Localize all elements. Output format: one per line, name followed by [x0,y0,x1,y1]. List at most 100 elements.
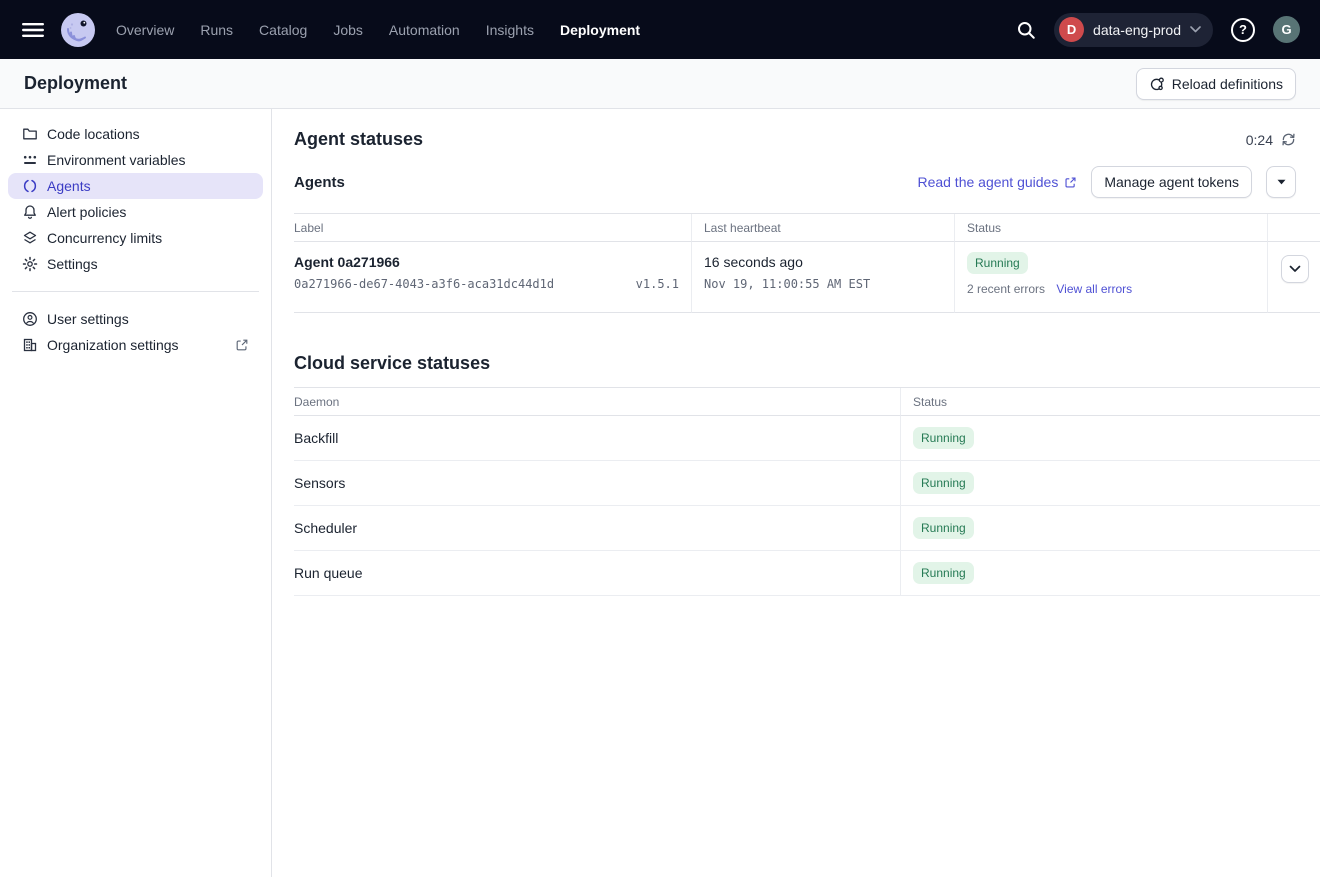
agent-row-status-cell: Running 2 recent errors View all errors [955,242,1268,313]
daemon-row-sensors: Sensors [294,461,901,506]
sidebar-item-label: Organization settings [47,337,179,353]
refresh-button[interactable] [1281,132,1296,147]
cloud-service-statuses-title: Cloud service statuses [294,353,1320,374]
reload-definitions-label: Reload definitions [1172,76,1283,92]
user-icon [22,311,38,327]
main-content: Agent statuses 0:24 Agents Read the agen… [272,109,1320,877]
heartbeat-timestamp: Nov 19, 11:00:55 AM EST [704,277,954,291]
column-header-expand [1268,214,1320,242]
nav-item-jobs[interactable]: Jobs [333,22,363,38]
sidebar-item-agents[interactable]: Agents [8,173,263,199]
column-header-last-heartbeat: Last heartbeat [692,214,955,242]
column-header-status: Status [955,214,1268,242]
search-icon [1016,20,1036,40]
deployment-name: data-eng-prod [1093,22,1181,38]
sidebar-item-label: Code locations [47,126,140,142]
column-header-daemon: Daemon [294,388,901,416]
sidebar-divider [12,291,259,292]
nav-item-catalog[interactable]: Catalog [259,22,307,38]
agent-row-label-cell: Agent 0a271966 0a271966-de67-4043-a3f6-a… [294,242,692,313]
nav-item-deployment[interactable]: Deployment [560,22,640,38]
sidebar-item-label: User settings [47,311,129,327]
nav-item-insights[interactable]: Insights [486,22,534,38]
dagster-octopus-icon [60,12,96,48]
code-location-icon [1149,76,1165,92]
top-nav: Overview Runs Catalog Jobs Automation In… [0,0,1320,59]
cloud-services-table: Daemon Status Backfill Running Sensors R… [294,387,1320,596]
agents-more-actions-button[interactable] [1266,166,1296,198]
agent-name: Agent 0a271966 [294,242,691,270]
agent-row-expander-cell [1268,242,1320,313]
sidebar-item-user-settings[interactable]: User settings [8,306,263,332]
hamburger-icon [22,22,44,38]
agent-version: v1.5.1 [636,277,679,291]
chevron-down-icon [1289,265,1301,273]
nav-right-controls: D data-eng-prod G [1012,13,1300,47]
help-icon [1231,18,1255,42]
status-badge: Running [913,517,974,539]
heartbeat-relative: 16 seconds ago [704,242,954,270]
agents-subheader: Agents Read the agent guides Manage agen… [294,166,1320,198]
deployment-initial-badge: D [1059,17,1084,42]
refresh-area: 0:24 [1246,132,1296,148]
reload-definitions-button[interactable]: Reload definitions [1136,68,1296,100]
agents-icon [22,178,38,194]
env-vars-icon [22,152,38,168]
status-badge: Running [913,472,974,494]
daemon-row-run-queue: Run queue [294,551,901,596]
manage-agent-tokens-button[interactable]: Manage agent tokens [1091,166,1252,198]
daemon-status-cell: Running [901,506,1320,551]
refresh-countdown: 0:24 [1246,132,1273,148]
sidebar-item-label: Settings [47,256,98,272]
agent-id: 0a271966-de67-4043-a3f6-aca31dc44d1d [294,277,554,291]
view-all-errors-link[interactable]: View all errors [1056,282,1132,296]
menu-button[interactable] [16,16,50,44]
agent-statuses-header: Agent statuses 0:24 [294,129,1320,150]
daemon-row-backfill: Backfill [294,416,901,461]
sidebar-item-label: Concurrency limits [47,230,162,246]
sidebar-item-organization-settings[interactable]: Organization settings [8,332,263,358]
column-header-status: Status [901,388,1320,416]
nav-item-overview[interactable]: Overview [116,22,174,38]
column-header-label: Label [294,214,692,242]
daemon-status-cell: Running [901,551,1320,596]
sidebar-item-alert-policies[interactable]: Alert policies [8,199,263,225]
external-link-icon [235,338,249,352]
page-title: Deployment [24,73,127,94]
agents-table: Label Last heartbeat Status Agent 0a2719… [294,213,1320,313]
agent-statuses-title: Agent statuses [294,129,423,150]
content-row: Code locations Environment variables Age… [0,109,1320,877]
caret-down-icon [1277,179,1286,185]
nav-item-automation[interactable]: Automation [389,22,460,38]
sidebar-item-settings[interactable]: Settings [8,251,263,277]
sidebar-item-environment-variables[interactable]: Environment variables [8,147,263,173]
folder-icon [22,126,38,142]
nav-item-runs[interactable]: Runs [200,22,233,38]
daemon-status-cell: Running [901,461,1320,506]
layers-icon [22,230,38,246]
help-button[interactable] [1227,14,1259,46]
gear-icon [22,256,38,272]
agent-row-heartbeat-cell: 16 seconds ago Nov 19, 11:00:55 AM EST [692,242,955,313]
deployment-sidebar: Code locations Environment variables Age… [0,109,272,877]
status-badge: Running [913,562,974,584]
user-avatar[interactable]: G [1273,16,1300,43]
agents-actions: Read the agent guides Manage agent token… [917,166,1296,198]
daemon-status-cell: Running [901,416,1320,461]
agent-guides-link[interactable]: Read the agent guides [917,174,1077,190]
expand-agent-row-button[interactable] [1281,255,1309,283]
search-button[interactable] [1012,16,1040,44]
chevron-down-icon [1190,26,1201,33]
building-icon [22,337,38,353]
bell-icon [22,204,38,220]
refresh-icon [1281,132,1296,147]
sidebar-item-label: Alert policies [47,204,126,220]
sidebar-item-concurrency-limits[interactable]: Concurrency limits [8,225,263,251]
deployment-switcher[interactable]: D data-eng-prod [1054,13,1213,47]
sidebar-item-label: Agents [47,178,91,194]
sidebar-item-code-locations[interactable]: Code locations [8,121,263,147]
dagster-logo[interactable] [60,12,96,48]
agents-section-label: Agents [294,174,345,191]
status-badge: Running [913,427,974,449]
daemon-row-scheduler: Scheduler [294,506,901,551]
